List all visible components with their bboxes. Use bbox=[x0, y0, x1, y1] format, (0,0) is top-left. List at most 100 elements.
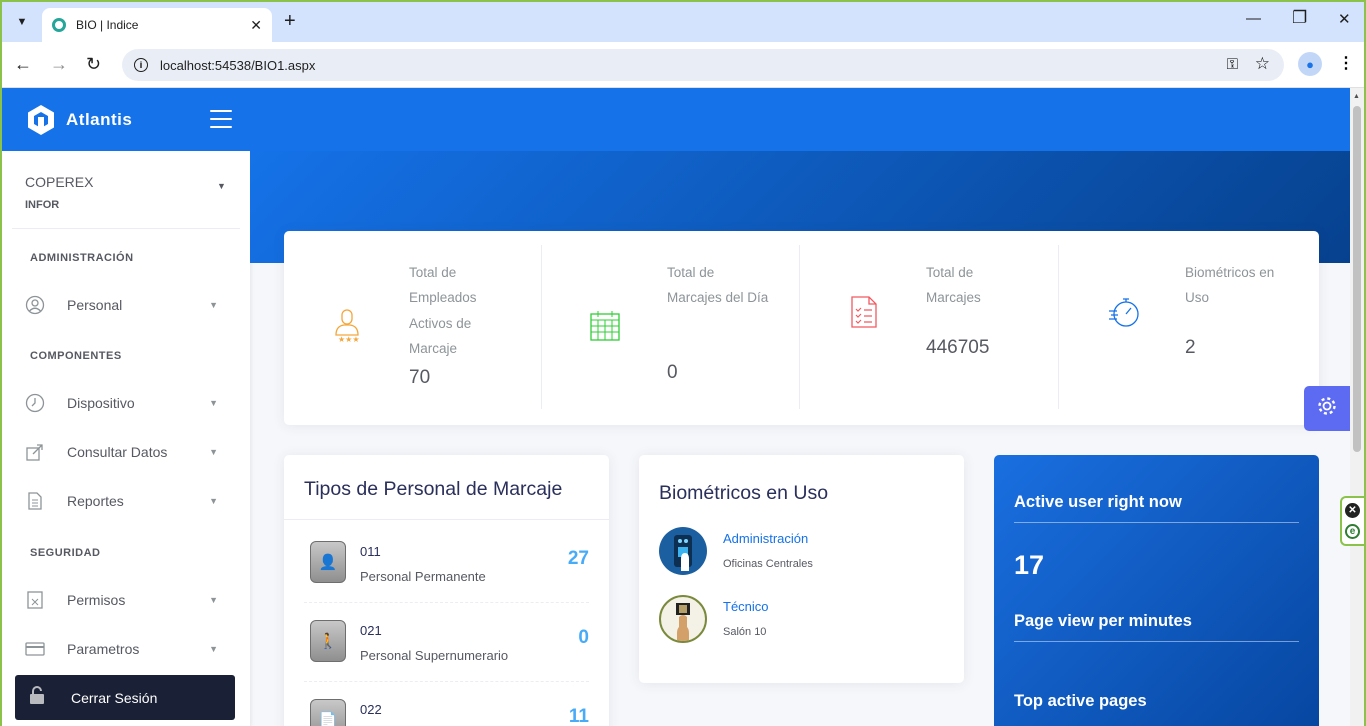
person-badge-icon: 👤 bbox=[310, 541, 346, 583]
sidebar-item-parametros[interactable]: Parametros ▼ bbox=[24, 634, 224, 664]
reload-icon[interactable]: ↻ bbox=[86, 54, 101, 75]
minimize-icon[interactable]: — bbox=[1246, 10, 1261, 27]
caret-down-icon: ▼ bbox=[209, 496, 218, 506]
bookmark-star-icon[interactable]: ☆ bbox=[1255, 54, 1270, 74]
browser-window: ▼ BIO | Indice ✕ + — ❐ ✕ ← → ↻ i localho… bbox=[0, 0, 1366, 726]
caret-down-icon: ▼ bbox=[209, 300, 218, 310]
logo-header: Atlantis bbox=[2, 88, 250, 151]
omnibox[interactable]: i localhost:54538/BIO1.aspx ⚿ ☆ bbox=[122, 49, 1284, 81]
browser-tab[interactable]: BIO | Indice ✕ bbox=[42, 8, 272, 42]
forward-icon[interactable]: → bbox=[50, 54, 68, 75]
new-tab-button[interactable]: + bbox=[284, 10, 296, 32]
stat-total-marcajes: Total de Marcajes 446705 bbox=[801, 245, 1059, 409]
device-location: Oficinas Centrales bbox=[723, 558, 813, 570]
user-profile[interactable]: COPEREX INFOR ▼ bbox=[12, 151, 240, 229]
tab-title: BIO | Indice bbox=[76, 18, 139, 32]
sidebar-item-label: Reportes bbox=[67, 493, 124, 509]
brand-name[interactable]: Atlantis bbox=[66, 110, 132, 130]
list-item[interactable]: 👤 011 Personal Permanente 27 bbox=[304, 524, 589, 603]
device-name[interactable]: Administración bbox=[723, 531, 808, 546]
sidebar-item-label: Dispositivo bbox=[67, 395, 135, 411]
card-title: Biométricos en Uso bbox=[659, 482, 829, 504]
settings-button[interactable] bbox=[1304, 386, 1350, 431]
profile-avatar-icon[interactable]: ● bbox=[1298, 52, 1322, 76]
share-icon bbox=[24, 441, 46, 463]
sidebar-item-dispositivo[interactable]: Dispositivo ▼ bbox=[24, 388, 224, 418]
sidebar-item-reportes[interactable]: Reportes ▼ bbox=[24, 486, 224, 516]
atlantis-logo-icon[interactable] bbox=[26, 104, 56, 136]
web-page: Atlantis COPEREX INFOR ▼ ADMINISTRACIÓN … bbox=[2, 88, 1350, 726]
top-navbar bbox=[250, 88, 1350, 151]
restore-icon[interactable]: ❐ bbox=[1292, 8, 1307, 28]
user-circle-icon bbox=[24, 294, 46, 316]
main-content: ★★★ Total de Empleados Activos de Marcaje 7… bbox=[250, 88, 1350, 726]
sidebar-item-label: Permisos bbox=[67, 592, 126, 608]
close-window-icon[interactable]: ✕ bbox=[1338, 10, 1351, 28]
card-icon bbox=[24, 638, 46, 660]
checklist-icon bbox=[849, 295, 879, 329]
logout-button[interactable]: Cerrar Sesión bbox=[15, 675, 235, 720]
top-pages-label: Top active pages bbox=[1014, 692, 1147, 710]
walking-badge-icon: 🚶 bbox=[310, 620, 346, 662]
user-name: COPEREX bbox=[25, 174, 94, 190]
list-item[interactable]: 🚶 021 Personal Supernumerario 0 bbox=[304, 603, 589, 682]
section-title-componentes: COMPONENTES bbox=[30, 350, 122, 362]
favicon-icon bbox=[52, 18, 66, 32]
stat-label: Biométricos en Uso bbox=[1185, 265, 1275, 306]
list-item[interactable]: 📄 022 11 bbox=[304, 682, 589, 726]
list-item[interactable]: Administración Oficinas Centrales bbox=[659, 527, 939, 577]
address-bar: ← → ↻ i localhost:54538/BIO1.aspx ⚿ ☆ ● … bbox=[2, 42, 1364, 88]
browser-menu-icon[interactable]: ⋮ bbox=[1338, 53, 1354, 73]
svg-text:★★★: ★★★ bbox=[338, 335, 360, 343]
calendar-icon bbox=[590, 309, 620, 343]
logout-label: Cerrar Sesión bbox=[71, 689, 158, 706]
site-info-icon[interactable]: i bbox=[134, 58, 148, 72]
sidebar-item-consultar-datos[interactable]: Consultar Datos ▼ bbox=[24, 437, 224, 467]
stat-label: Total de Marcajes bbox=[926, 265, 981, 306]
stat-label: Total de Marcajes del Día bbox=[667, 265, 769, 306]
page-view-label: Page view per minutes bbox=[1014, 612, 1192, 630]
url-text[interactable]: localhost:54538/BIO1.aspx bbox=[160, 58, 315, 73]
scrollbar-thumb[interactable] bbox=[1353, 106, 1361, 452]
list-item[interactable]: Técnico Salón 10 bbox=[659, 595, 939, 645]
type-count: 11 bbox=[568, 706, 589, 726]
close-tab-icon[interactable]: ✕ bbox=[250, 17, 262, 34]
scroll-up-icon[interactable]: ▲ bbox=[1353, 93, 1360, 100]
sidebar-item-personal[interactable]: Personal ▼ bbox=[24, 290, 224, 320]
caret-down-icon: ▼ bbox=[209, 447, 218, 457]
stat-value: 2 bbox=[1185, 337, 1196, 358]
device-name[interactable]: Técnico bbox=[723, 599, 769, 614]
extension-e-icon[interactable]: e bbox=[1345, 524, 1360, 539]
stat-value: 0 bbox=[667, 362, 678, 383]
tab-bar: ▼ BIO | Indice ✕ + — ❐ ✕ bbox=[2, 2, 1364, 42]
stat-value: 446705 bbox=[926, 337, 990, 358]
document-icon bbox=[24, 490, 46, 512]
stat-label: Total de Empleados Activos de Marcaje bbox=[409, 265, 477, 356]
employee-icon: ★★★ bbox=[332, 309, 362, 344]
extension-widget[interactable]: ✕ e bbox=[1340, 496, 1364, 546]
password-key-icon[interactable]: ⚿ bbox=[1227, 56, 1238, 73]
biometrics-card: Biométricos en Uso Administración Oficin… bbox=[639, 455, 964, 683]
caret-down-icon[interactable]: ▼ bbox=[217, 181, 226, 191]
type-name: Personal Permanente bbox=[360, 569, 486, 584]
hamburger-menu-icon[interactable] bbox=[210, 110, 232, 128]
caret-down-icon: ▼ bbox=[209, 644, 218, 654]
back-icon[interactable]: ← bbox=[14, 54, 32, 75]
section-title-administracion: ADMINISTRACIÓN bbox=[30, 252, 134, 264]
type-count: 27 bbox=[567, 548, 589, 569]
type-code: 022 bbox=[360, 702, 382, 717]
clock-icon bbox=[24, 392, 46, 414]
gear-icon bbox=[1316, 395, 1338, 422]
tab-search-button[interactable]: ▼ bbox=[10, 10, 34, 34]
stat-biometricos: Biométricos en Uso 2 bbox=[1060, 245, 1318, 409]
card-title: Tipos de Personal de Marcaje bbox=[304, 478, 563, 500]
type-count: 0 bbox=[578, 627, 589, 648]
user-role: INFOR bbox=[25, 199, 60, 211]
chevron-down-icon: ▼ bbox=[16, 16, 28, 28]
close-circle-icon[interactable]: ✕ bbox=[1345, 503, 1360, 518]
type-name: Personal Supernumerario bbox=[360, 648, 509, 663]
sidebar-item-permisos[interactable]: Permisos ▼ bbox=[24, 585, 224, 615]
sidebar: Atlantis COPEREX INFOR ▼ ADMINISTRACIÓN … bbox=[2, 88, 250, 726]
page-scrollbar[interactable]: ▲ bbox=[1350, 88, 1364, 726]
fingerprint-device-icon bbox=[659, 527, 707, 575]
